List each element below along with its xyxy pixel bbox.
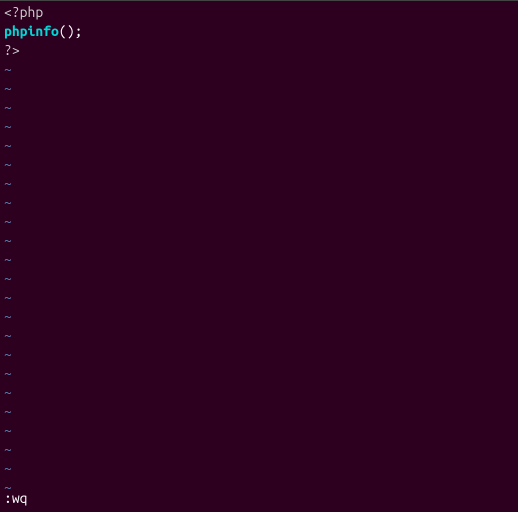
vim-command-line[interactable]: :wq: [4, 489, 28, 508]
empty-line-tilde: ~: [4, 269, 514, 288]
php-function-name: phpinfo: [4, 23, 59, 39]
empty-line-tilde: ~: [4, 402, 514, 421]
empty-line-tilde: ~: [4, 307, 514, 326]
empty-line-tilde: ~: [4, 440, 514, 459]
empty-line-tilde: ~: [4, 212, 514, 231]
empty-line-tilde: ~: [4, 383, 514, 402]
empty-lines-area: ~~~~~~~~~~~~~~~~~~~~~~~: [4, 60, 514, 497]
php-open-tag: <?php: [4, 4, 43, 20]
empty-line-tilde: ~: [4, 98, 514, 117]
empty-line-tilde: ~: [4, 231, 514, 250]
empty-line-tilde: ~: [4, 174, 514, 193]
empty-line-tilde: ~: [4, 79, 514, 98]
empty-line-tilde: ~: [4, 60, 514, 79]
empty-line-tilde: ~: [4, 459, 514, 478]
php-close-tag: ?>: [4, 42, 20, 58]
php-parentheses: (): [59, 23, 75, 39]
empty-line-tilde: ~: [4, 136, 514, 155]
empty-line-tilde: ~: [4, 117, 514, 136]
vim-editor[interactable]: <?php phpinfo(); ?> ~~~~~~~~~~~~~~~~~~~~…: [4, 3, 514, 510]
code-line-3: ?>: [4, 41, 514, 60]
empty-line-tilde: ~: [4, 155, 514, 174]
empty-line-tilde: ~: [4, 250, 514, 269]
code-line-2: phpinfo();: [4, 22, 514, 41]
code-line-1: <?php: [4, 3, 514, 22]
empty-line-tilde: ~: [4, 364, 514, 383]
empty-line-tilde: ~: [4, 193, 514, 212]
empty-line-tilde: ~: [4, 288, 514, 307]
empty-line-tilde: ~: [4, 421, 514, 440]
php-semicolon: ;: [75, 23, 83, 39]
empty-line-tilde: ~: [4, 345, 514, 364]
empty-line-tilde: ~: [4, 478, 514, 497]
empty-line-tilde: ~: [4, 326, 514, 345]
